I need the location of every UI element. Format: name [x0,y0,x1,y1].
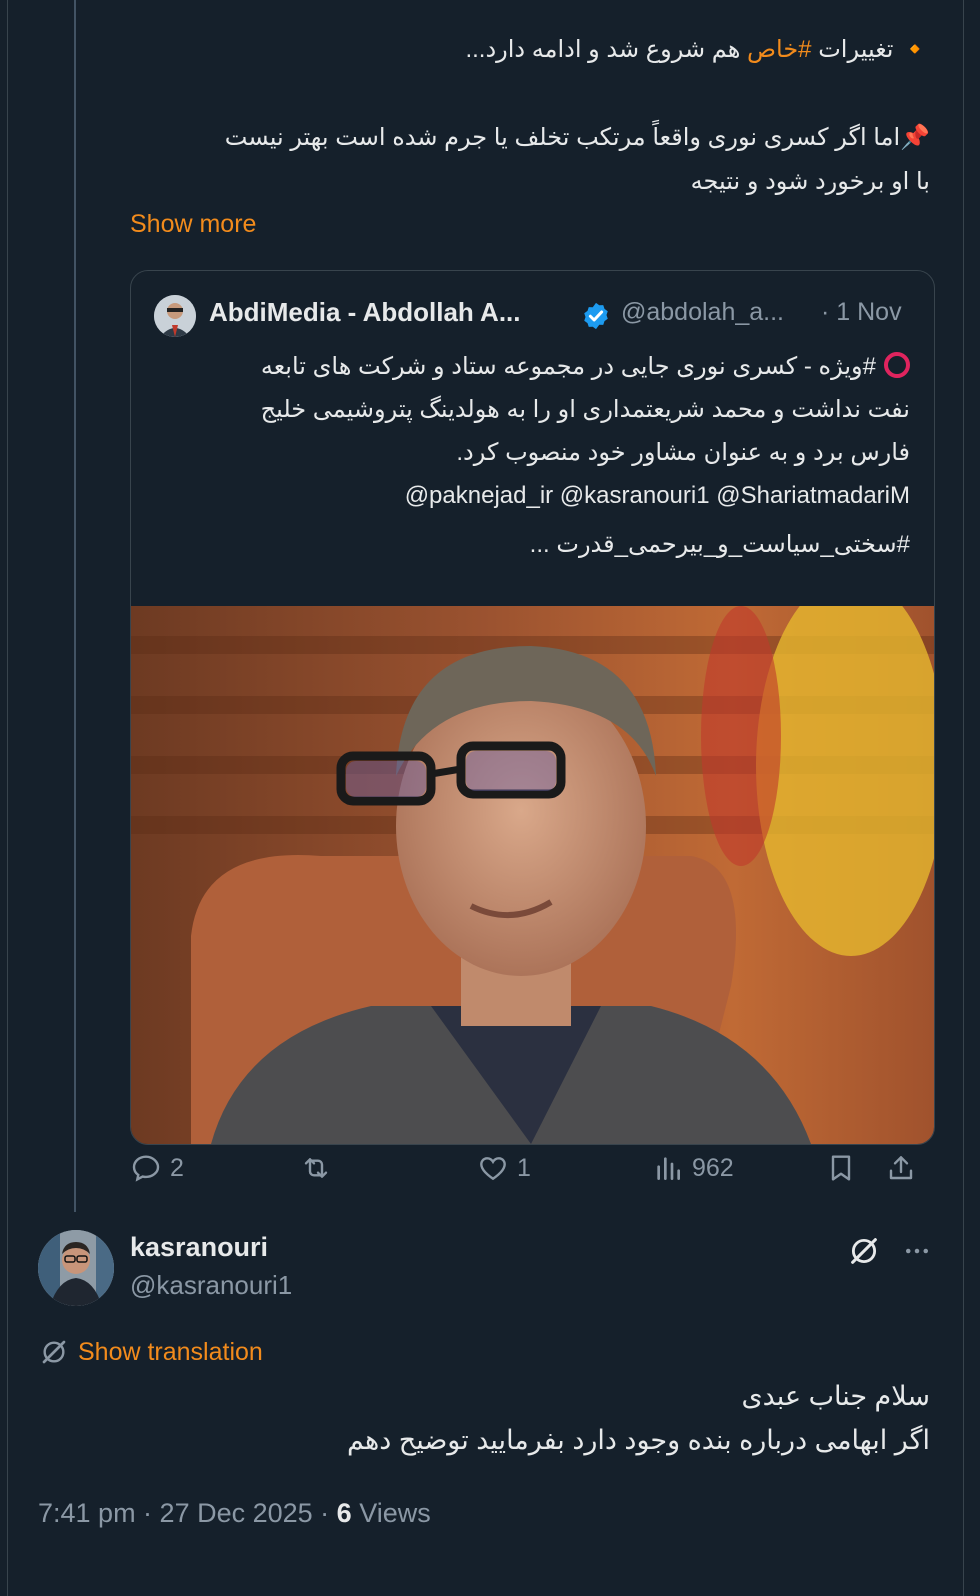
show-more-link[interactable]: Show more [130,210,256,239]
reply-icon [132,1155,160,1182]
translate-grok-icon [42,1340,66,1364]
reply-views-label: Views [351,1498,431,1528]
quoted-text-segment: #ویژه - کسری نوری جایی در مجموعه ستاد و … [260,353,876,380]
frame-border-left [7,0,8,1596]
tweet-action-bar: 2 1 962 [130,1148,930,1188]
reply-views-count: 6 [336,1498,352,1528]
quoted-text-line-3: فارس برد و به عنوان مشاور خود منصوب کرد. [456,439,910,466]
reply-timestamp-row: 7:41 pm · 27 Dec 2025 · 6 Views [38,1498,431,1529]
reply-count: 2 [170,1153,184,1182]
quoted-hashtag-line[interactable]: #سختی_سیاست_و_بیرحمی_قدرت ... [530,529,910,561]
verified-badge-icon [584,302,608,330]
reply-text-line-1: سلام جناب عبدی [741,1381,931,1411]
share-icon [889,1156,913,1180]
show-translation-label: Show translation [78,1337,263,1366]
tweet-text-line-1: 🔸 تغییرات #خاص هم شروع شد و ادامه دارد..… [465,34,930,66]
heart-icon [480,1157,506,1181]
quoted-author-avatar[interactable] [154,295,196,337]
view-count: 962 [692,1153,734,1182]
share-button[interactable] [885,1148,917,1188]
thread-connector-line [74,0,76,1212]
tweet-text-line-3: با او برخورد شود و نتیجه [690,168,930,195]
retweet-icon [304,1158,328,1178]
reply-timestamp[interactable]: 7:41 pm · 27 Dec 2025 · [38,1498,337,1528]
analytics-icon [657,1157,680,1180]
quoted-tweet-date[interactable]: · 1 Nov [821,298,902,327]
quoted-tweet-card[interactable]: AbdiMedia - Abdollah A... @abdolah_a... … [130,270,935,1145]
retweet-button[interactable] [300,1148,332,1188]
more-options-icon[interactable] [902,1236,932,1266]
like-count: 1 [517,1153,531,1182]
bookmark-icon [831,1155,851,1181]
quoted-text-line-1: #ویژه - کسری نوری جایی در مجموعه ستاد و … [261,351,910,383]
like-button[interactable]: 1 [477,1148,531,1188]
quoted-mentions-line[interactable]: @paknejad_ir @kasranouri1 @Shariatmadari… [405,480,910,512]
tweet-text-segment: هم شروع شد و ادامه دارد... [465,36,748,63]
quoted-author-name[interactable]: AbdiMedia - Abdollah A... [209,297,521,328]
views-button[interactable]: 962 [652,1148,734,1188]
bookmark-button[interactable] [825,1148,857,1188]
red-circle-icon [884,352,910,378]
reply-author-handle[interactable]: @kasranouri1 [130,1270,292,1301]
quoted-tweet-photo[interactable] [131,606,934,1144]
quoted-author-handle[interactable]: @abdolah_a... [621,298,784,327]
tweet-text-segment: 🔸 تغییرات [811,36,930,63]
reply-author-avatar[interactable] [38,1230,114,1306]
tweet-text-line-2: 📌اما اگر کسری نوری واقعاً مرتکب تخلف یا … [224,124,930,151]
hashtag-link[interactable]: #خاص [747,36,812,63]
grok-icon[interactable] [847,1234,881,1268]
frame-border-right [963,0,964,1596]
reply-button[interactable]: 2 [130,1148,184,1188]
reply-text-line-2: اگر ابهامی درباره بنده وجود دارد بفرمایی… [347,1425,930,1455]
reply-author-name[interactable]: kasranouri [130,1232,268,1263]
show-translation-button[interactable]: Show translation [38,1336,263,1368]
quoted-text-line-2: نفت نداشت و محمد شریعتمداری او را به هول… [260,396,910,423]
